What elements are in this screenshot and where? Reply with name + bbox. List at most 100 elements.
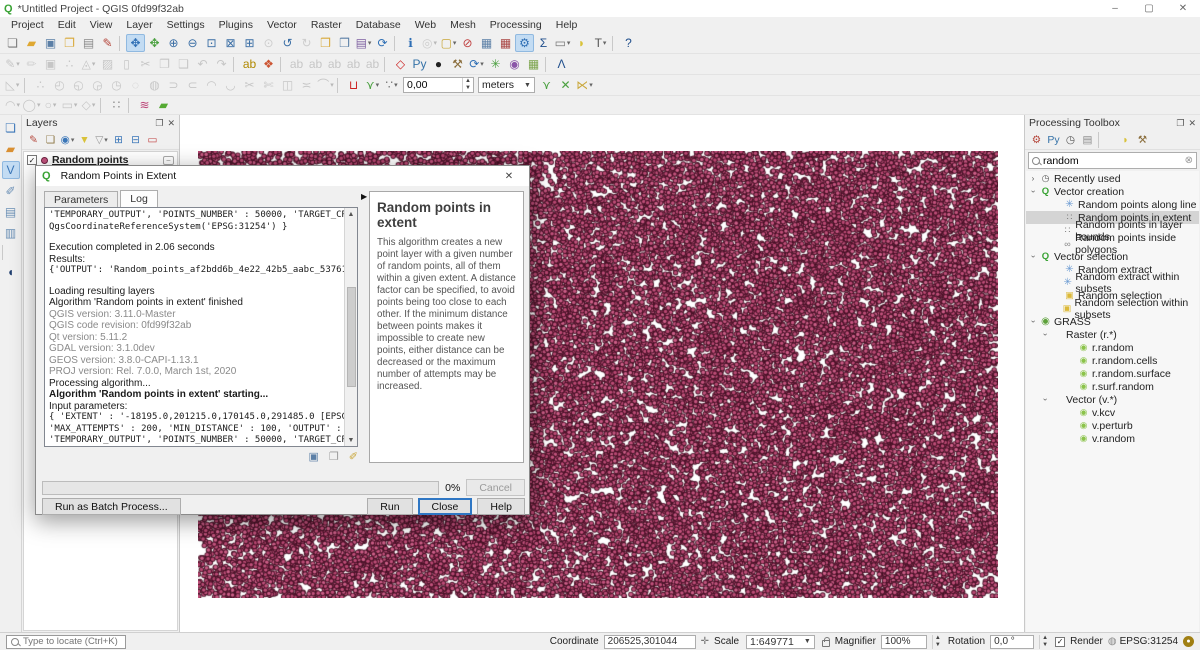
new-map-view-icon[interactable]: ❒: [316, 34, 335, 52]
pin-labels-icon[interactable]: ab: [287, 55, 306, 73]
close-panel-icon[interactable]: ✕: [1188, 118, 1196, 129]
separator[interactable]: [233, 57, 238, 72]
separator[interactable]: [1098, 132, 1115, 148]
field-calculator-icon[interactable]: ▦: [496, 34, 515, 52]
toolbox-tree-item[interactable]: v.kcv: [1026, 406, 1199, 419]
messages-icon[interactable]: ●: [1183, 636, 1194, 647]
snapping-tolerance-input[interactable]: [404, 78, 462, 92]
close-button[interactable]: ✕: [1166, 0, 1200, 17]
zoom-to-selection-icon[interactable]: ⊠: [221, 34, 240, 52]
chevron-icon[interactable]: [1029, 317, 1037, 326]
open-project-icon[interactable]: ▰: [22, 34, 41, 52]
toolbox-search-box[interactable]: ⊗: [1028, 152, 1197, 169]
extents-icon[interactable]: ✛: [701, 636, 709, 647]
open-attribute-table-icon[interactable]: ▦: [477, 34, 496, 52]
debug-icon[interactable]: ●: [429, 55, 448, 73]
python-console-icon[interactable]: Py: [410, 55, 429, 73]
filter-expression-icon[interactable]: ▽: [93, 132, 110, 148]
minimize-button[interactable]: –: [1098, 0, 1132, 17]
cad-tools-icon[interactable]: ◺: [3, 76, 22, 94]
chevron-icon[interactable]: [1029, 252, 1037, 261]
toolbox-tree-item[interactable]: Recently used: [1026, 172, 1199, 185]
toolbox-history-icon[interactable]: ◷: [1062, 132, 1079, 148]
float-panel-icon[interactable]: ❐: [1176, 118, 1184, 129]
statistics-icon[interactable]: Σ: [534, 34, 553, 52]
refresh-plugins-icon[interactable]: ⟳: [467, 55, 486, 73]
separator[interactable]: [612, 36, 617, 51]
bookmarks-icon[interactable]: ▤: [354, 34, 373, 52]
map-tips-icon[interactable]: ◗: [572, 34, 591, 52]
split-features-icon[interactable]: ✂: [240, 76, 259, 94]
circle-center-icon[interactable]: ◵: [69, 76, 88, 94]
dialog-close-icon[interactable]: ✕: [495, 171, 523, 182]
polygon-tool-icon[interactable]: ⊂: [183, 76, 202, 94]
toolbox-models-icon[interactable]: ⚙: [1028, 132, 1045, 148]
scale-combo[interactable]: 1:649771 ▼: [746, 635, 815, 649]
copy-log-icon[interactable]: ❐: [329, 450, 339, 463]
menu-item[interactable]: Processing: [483, 18, 549, 32]
layer-diagram-icon[interactable]: ❖: [259, 55, 278, 73]
select-features-icon[interactable]: ▢: [439, 34, 458, 52]
separator[interactable]: [128, 98, 133, 113]
merge-features-icon[interactable]: ◫: [278, 76, 297, 94]
separator[interactable]: [394, 36, 399, 51]
rotation-value[interactable]: 0,0 °: [990, 635, 1034, 649]
profile-tool-icon[interactable]: ≋: [135, 96, 154, 114]
text-annotation-icon[interactable]: T: [591, 34, 610, 52]
rectangle-shape-icon[interactable]: ▭: [60, 96, 79, 114]
menu-item[interactable]: Plugins: [212, 18, 260, 32]
new-print-layout-icon[interactable]: ▤: [79, 34, 98, 52]
data-source-manager-icon[interactable]: ❏: [2, 119, 20, 137]
toolbox-tree-item[interactable]: Random points along line: [1026, 198, 1199, 211]
ellipse-extent-icon[interactable]: ◷: [107, 76, 126, 94]
separator[interactable]: [100, 98, 105, 113]
expand-all-icon[interactable]: ⊞: [110, 132, 127, 148]
add-feature-icon[interactable]: ∴: [60, 55, 79, 73]
separator[interactable]: [545, 57, 550, 72]
redo-icon[interactable]: ↷: [212, 55, 231, 73]
chevron-icon[interactable]: [1041, 330, 1049, 339]
zoom-full-icon[interactable]: ⊡: [202, 34, 221, 52]
add-group-icon[interactable]: ❏: [42, 132, 59, 148]
scroll-up-icon[interactable]: ▲: [348, 208, 355, 220]
highlight-pinned-labels-icon[interactable]: ab: [306, 55, 325, 73]
change-label-icon[interactable]: ab: [363, 55, 382, 73]
random-points-shape-icon[interactable]: ∷: [107, 96, 126, 114]
zoom-native-icon[interactable]: ⊙: [259, 34, 278, 52]
style-manager-icon[interactable]: ✎: [98, 34, 117, 52]
run-as-batch-button[interactable]: Run as Batch Process...: [42, 498, 181, 515]
toolbox-results-viewer-icon[interactable]: ▤: [1079, 132, 1096, 148]
georeferencer-icon[interactable]: ▦: [524, 55, 543, 73]
move-label-icon[interactable]: ab: [325, 55, 344, 73]
pan-to-selection-icon[interactable]: ✥: [145, 34, 164, 52]
manage-map-themes-icon[interactable]: ◉: [59, 132, 76, 148]
zoom-last-icon[interactable]: ↺: [278, 34, 297, 52]
scrollbar-thumb[interactable]: [347, 287, 356, 387]
vertex-tool-icon[interactable]: ◬: [79, 55, 98, 73]
spinbox-stepper[interactable]: ▲▼: [462, 78, 473, 92]
copy-features-icon[interactable]: ❐: [155, 55, 174, 73]
undo-icon[interactable]: ↶: [193, 55, 212, 73]
save-layer-edits-icon[interactable]: ▣: [41, 55, 60, 73]
rect-2points-icon[interactable]: ◌: [126, 76, 145, 94]
run-feature-action-icon[interactable]: ◎: [420, 34, 439, 52]
pan-map-icon[interactable]: ✥: [126, 34, 145, 52]
run-button[interactable]: Run: [367, 498, 412, 515]
circle-3points-icon[interactable]: ◴: [50, 76, 69, 94]
ellipse-center-icon[interactable]: ◶: [88, 76, 107, 94]
plugin-manager-icon[interactable]: ✳: [486, 55, 505, 73]
toolbox-tree-item[interactable]: Random points inside polygons: [1026, 237, 1199, 250]
toggle-editing-icon[interactable]: ✏: [22, 55, 41, 73]
zoom-next-icon[interactable]: ↻: [297, 34, 316, 52]
add-oracle-layer-icon[interactable]: ◖: [2, 263, 20, 281]
locator-input[interactable]: [23, 636, 121, 647]
toolbox-scripts-icon[interactable]: Py: [1045, 132, 1062, 148]
menu-item[interactable]: Web: [408, 18, 443, 32]
toolbox-search-input[interactable]: [1043, 155, 1182, 167]
magnifier-value[interactable]: 100%: [881, 635, 927, 649]
menu-item[interactable]: Database: [349, 18, 408, 32]
circular-string-icon[interactable]: ◠: [3, 96, 22, 114]
add-delimited-text-icon[interactable]: ✐: [2, 182, 20, 200]
dialog-tab[interactable]: Log: [120, 190, 158, 208]
add-virtual-layer-icon[interactable]: ▥: [2, 224, 20, 242]
